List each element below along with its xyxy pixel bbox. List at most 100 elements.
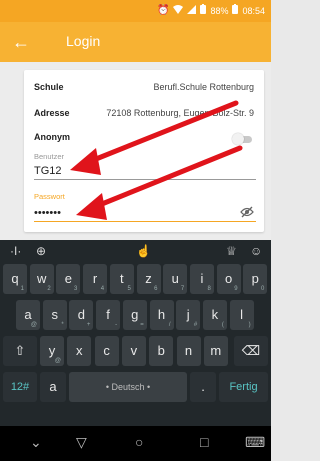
key-row-4: 12# a • Deutsch • . Fertig: [0, 372, 271, 408]
comma-key[interactable]: a: [40, 372, 66, 402]
key-secondary-label: 6: [154, 286, 158, 292]
key-e[interactable]: e3: [56, 264, 81, 294]
anonym-row: Anonym: [34, 132, 254, 148]
chevron-down-icon[interactable]: ⌄: [30, 434, 42, 451]
key-v[interactable]: v: [121, 336, 146, 366]
key-label: g: [131, 307, 139, 322]
signal-icon: [187, 4, 197, 17]
nav-bar: ⌄ ▽ ○ □ ⌨: [0, 426, 271, 461]
home-nav-icon[interactable]: ○: [135, 434, 143, 450]
key-c[interactable]: c: [94, 336, 119, 366]
key-m[interactable]: m: [203, 336, 228, 366]
globe-icon[interactable]: ⊕: [36, 244, 46, 258]
keyboard-switch-icon[interactable]: ⌨: [245, 434, 265, 451]
key-label: b: [157, 343, 165, 358]
symbols-key[interactable]: 12#: [3, 372, 37, 402]
address-label: Adresse: [34, 108, 70, 118]
key-t[interactable]: t5: [109, 264, 134, 294]
key-h[interactable]: h /: [149, 300, 174, 330]
key-secondary-label: /: [168, 322, 171, 328]
page-title: Login: [66, 33, 101, 49]
key-label: s: [51, 307, 58, 322]
password-label: Passwort: [34, 192, 65, 201]
key-u[interactable]: u7: [163, 264, 188, 294]
recents-nav-icon[interactable]: □: [200, 434, 208, 450]
password-input[interactable]: [34, 204, 256, 221]
key-label: m: [210, 343, 222, 358]
key-label: c: [103, 343, 110, 358]
key-secondary-label: (: [221, 322, 224, 328]
key-secondary-label: #: [193, 322, 198, 328]
user-input[interactable]: [34, 162, 256, 179]
key-d[interactable]: d +: [69, 300, 94, 330]
key-label: k: [211, 307, 219, 322]
key-label: t: [119, 271, 124, 286]
key-label: e: [64, 271, 72, 286]
key-label: u: [171, 271, 179, 286]
key-b[interactable]: b: [149, 336, 174, 366]
space-key[interactable]: • Deutsch •: [69, 372, 187, 402]
user-label: Benutzer: [34, 152, 65, 161]
period-key[interactable]: .: [190, 372, 216, 402]
status-bar: ⏰ 88% 08:54: [0, 0, 271, 22]
anonym-toggle[interactable]: [232, 133, 254, 145]
key-label: w: [36, 271, 47, 286]
key-f[interactable]: f-: [96, 300, 121, 330]
login-card: Schule Berufl.Schule Rottenburg Adresse …: [24, 70, 264, 232]
key-secondary-label: 2: [47, 286, 51, 292]
address-value: 72108 Rottenburg, Eugen-Bolz-Str. 9: [106, 108, 254, 118]
key-row-2: a @ s * d + f - g = h / j # k(l): [0, 300, 271, 336]
key-row-1: q1w2e3r4t5z6u7i8o9p0: [0, 264, 271, 300]
key-label: j: [186, 307, 190, 322]
key-label: a: [24, 307, 32, 322]
key-i[interactable]: i8: [189, 264, 214, 294]
key-secondary-label: 0: [260, 286, 265, 292]
done-key[interactable]: Fertig: [219, 372, 268, 402]
key-y[interactable]: y @: [40, 336, 64, 366]
key-secondary-label: -: [115, 322, 118, 328]
soft-keyboard: ·I· ⊕ ☝ ♕ ☺ q1w2e3r4t5z6u7i8o9p0 a @ s * d + f…: [0, 240, 271, 426]
wifi-icon: [173, 4, 184, 17]
key-secondary-label: *: [61, 322, 64, 328]
key-w[interactable]: w2: [29, 264, 54, 294]
key-label: l: [240, 307, 244, 322]
shift-key[interactable]: ⇧: [3, 336, 37, 366]
eye-off-icon[interactable]: [240, 206, 254, 218]
key-s[interactable]: s *: [42, 300, 67, 330]
back-nav-icon[interactable]: ▽: [76, 434, 87, 451]
clock: 08:54: [242, 5, 265, 16]
key-label: r: [92, 271, 98, 286]
user-field[interactable]: [34, 162, 256, 180]
backspace-key[interactable]: ⌫: [234, 336, 268, 366]
key-z[interactable]: z6: [136, 264, 161, 294]
key-r[interactable]: r4: [83, 264, 108, 294]
key-secondary-label: ): [248, 322, 251, 328]
key-label: n: [184, 343, 193, 358]
password-field[interactable]: [34, 204, 256, 222]
screen: ⏰ 88% 08:54 ← Login Schule Berufl.Schule…: [0, 0, 271, 461]
theme-icon[interactable]: ♕: [226, 244, 237, 258]
key-label: x: [76, 343, 83, 358]
school-value: Berufl.Schule Rottenburg: [153, 82, 254, 92]
key-o[interactable]: o9: [216, 264, 241, 294]
key-secondary-label: 8: [207, 286, 211, 292]
emoji-icon[interactable]: ☺: [250, 244, 262, 258]
arrow-left-icon[interactable]: ←: [10, 31, 32, 53]
key-a[interactable]: a @: [16, 300, 40, 330]
battery-level-icon: [232, 4, 239, 17]
key-j[interactable]: j #: [176, 300, 201, 330]
key-label: z: [145, 271, 152, 286]
key-p[interactable]: p0: [243, 264, 268, 294]
key-q[interactable]: q1: [3, 264, 27, 294]
key-g[interactable]: g =: [122, 300, 147, 330]
key-x[interactable]: x: [67, 336, 92, 366]
key-n[interactable]: n: [176, 336, 201, 366]
key-k[interactable]: k(: [202, 300, 227, 330]
text-cursor-icon[interactable]: ·I·: [10, 244, 21, 258]
hand-icon[interactable]: ☝: [136, 244, 151, 258]
battery-icon: [200, 4, 207, 17]
key-l[interactable]: l): [229, 300, 254, 330]
key-secondary-label: 1: [20, 286, 24, 292]
key-label: f: [106, 307, 110, 322]
key-label: v: [130, 343, 138, 358]
